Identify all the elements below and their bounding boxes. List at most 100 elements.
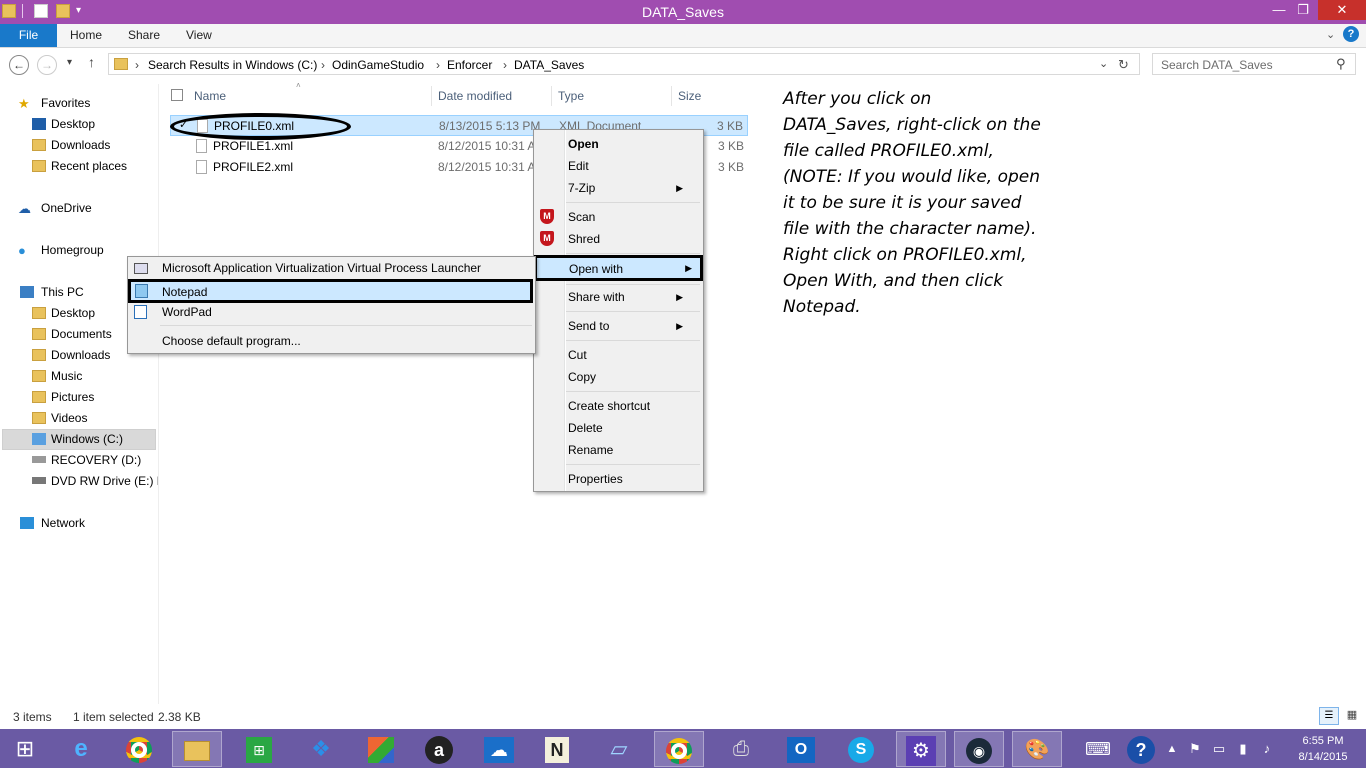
chrome-icon[interactable] — [114, 731, 164, 767]
menu-item-create-shortcut[interactable]: Create shortcut — [568, 399, 650, 413]
breadcrumb-search-results[interactable]: Search Results in Windows (C:) — [148, 58, 317, 72]
menu-item-app-v-launcher[interactable]: Microsoft Application Virtualization Vir… — [162, 261, 481, 275]
help-tray-icon[interactable]: ? — [1122, 731, 1160, 767]
column-divider[interactable] — [431, 86, 432, 106]
nav-pc-dvd-drive[interactable]: DVD RW Drive (E:) M — [20, 471, 158, 492]
refresh-icon[interactable]: ↻ — [1118, 57, 1129, 73]
menu-item-rename[interactable]: Rename — [568, 443, 613, 457]
menu-item-send-to[interactable]: Send to ▶ — [568, 319, 693, 333]
tab-share[interactable]: Share — [128, 24, 160, 47]
skype-icon[interactable]: S — [836, 731, 886, 767]
flag-icon[interactable]: ⚑ — [1184, 731, 1206, 767]
documents-folder-icon — [32, 328, 46, 340]
tray-expand-icon[interactable]: ▲ — [1162, 731, 1182, 767]
amazon-icon[interactable]: a — [414, 731, 464, 767]
column-header-size[interactable]: Size — [678, 89, 701, 103]
menu-item-share-with[interactable]: Share with ▶ — [568, 290, 693, 304]
column-divider[interactable] — [551, 86, 552, 106]
puzzle-app-icon[interactable] — [356, 731, 406, 767]
help-icon[interactable]: ? — [1343, 26, 1359, 42]
instruction-annotation: After you click on DATA_Saves, right-cli… — [783, 89, 1041, 317]
nav-fav-downloads[interactable]: Downloads — [20, 135, 158, 156]
nav-fav-recent-places[interactable]: Recent places — [20, 156, 158, 177]
nav-pc-pictures[interactable]: Pictures — [20, 387, 158, 408]
menu-item-label: Share with — [568, 290, 625, 304]
address-bar[interactable]: › Search Results in Windows (C:) › OdinG… — [108, 53, 1140, 75]
nav-pc-recovery-d[interactable]: RECOVERY (D:) — [20, 450, 158, 471]
notes-app-icon[interactable]: ▱ — [594, 731, 644, 767]
nav-pc-videos[interactable]: Videos — [20, 408, 158, 429]
file-name: PROFILE1.xml — [213, 139, 294, 153]
tab-file[interactable]: File — [0, 24, 57, 47]
recent-locations-icon[interactable]: ▾ — [67, 57, 72, 68]
breadcrumb-data-saves[interactable]: DATA_Saves — [514, 58, 584, 72]
keyboard-icon[interactable]: ⌨ — [1076, 731, 1120, 767]
menu-item-wordpad[interactable]: WordPad — [162, 305, 212, 319]
menu-item-notepad[interactable]: Notepad — [128, 279, 533, 303]
nav-network[interactable]: Network — [8, 513, 158, 534]
column-header-name[interactable]: Name — [194, 89, 226, 103]
tab-home[interactable]: Home — [70, 24, 102, 47]
ribbon-expand-icon[interactable]: ⌄ — [1326, 28, 1335, 41]
outlook-icon[interactable]: O — [776, 731, 826, 767]
back-button[interactable]: ← — [9, 55, 29, 75]
menu-item-7zip[interactable]: 7-Zip ▶ — [568, 181, 693, 195]
minimize-button[interactable]: — — [1268, 0, 1290, 20]
search-input[interactable]: Search DATA_Saves ⚲ — [1152, 53, 1356, 75]
nav-item-label: DVD RW Drive (E:) M — [51, 474, 158, 488]
column-header-date-modified[interactable]: Date modified — [438, 89, 512, 103]
menu-item-copy[interactable]: Copy — [568, 370, 596, 384]
menu-item-scan[interactable]: Scan — [568, 210, 595, 224]
submenu-arrow-icon: ▶ — [676, 321, 683, 331]
onedrive-icon[interactable]: ☁ — [474, 731, 524, 767]
search-icon[interactable]: ⚲ — [1336, 56, 1346, 72]
menu-separator — [566, 253, 700, 254]
menu-separator — [566, 340, 700, 341]
close-button[interactable]: ✕ — [1318, 0, 1366, 20]
details-view-icon[interactable]: ☰ — [1319, 707, 1339, 725]
chrome-active-icon[interactable] — [654, 731, 704, 767]
start-windows-icon[interactable]: ⊞ — [0, 731, 50, 767]
menu-item-open[interactable]: Open — [568, 137, 599, 151]
clock[interactable]: 6:55 PM 8/14/2015 — [1288, 733, 1358, 765]
taskbar: ⊞ e ⊞ ❖ a ☁ N ▱ ⎙ O S ⚙ ◉ 🎨 ⌨ ? ▲ ⚑ ▭ ▮ … — [0, 729, 1366, 768]
large-icons-view-icon[interactable]: ▦ — [1342, 707, 1362, 725]
file-explorer-icon[interactable] — [172, 731, 222, 767]
battery-icon[interactable]: ▮ — [1232, 731, 1254, 767]
up-button[interactable]: ↑ — [88, 54, 95, 70]
forward-button[interactable]: → — [37, 55, 57, 75]
settings-icon[interactable]: ⚙ — [896, 731, 946, 767]
paint-icon[interactable]: 🎨 — [1012, 731, 1062, 767]
breadcrumb-separator: › — [503, 58, 507, 72]
column-divider[interactable] — [671, 86, 672, 106]
menu-item-delete[interactable]: Delete — [568, 421, 603, 435]
network-tray-icon[interactable]: ▭ — [1208, 731, 1230, 767]
breadcrumb-odingamestudio[interactable]: OdinGameStudio — [332, 58, 424, 72]
dropbox-icon[interactable]: ❖ — [296, 731, 346, 767]
select-all-checkbox[interactable] — [171, 89, 183, 101]
menu-item-choose-default[interactable]: Choose default program... — [162, 334, 301, 348]
steam-icon[interactable]: ◉ — [954, 731, 1004, 767]
nav-onedrive[interactable]: ☁ OneDrive — [8, 198, 158, 219]
fax-icon[interactable]: ⎙ — [716, 731, 766, 767]
address-dropdown-icon[interactable]: ⌄ — [1099, 57, 1108, 70]
store-icon[interactable]: ⊞ — [234, 731, 284, 767]
nav-fav-desktop[interactable]: Desktop — [20, 114, 158, 135]
menu-item-open-with[interactable]: Open with ▶ — [534, 255, 703, 281]
breadcrumb-enforcer[interactable]: Enforcer — [447, 58, 492, 72]
nav-favorites[interactable]: ★ Favorites — [8, 93, 158, 114]
menu-item-edit[interactable]: Edit — [568, 159, 589, 173]
maximize-button[interactable]: ❐ — [1292, 0, 1314, 20]
nav-pc-music[interactable]: Music — [20, 366, 158, 387]
file-name: PROFILE2.xml — [213, 160, 294, 174]
internet-explorer-icon[interactable]: e — [56, 731, 106, 767]
menu-item-shred[interactable]: Shred — [568, 232, 600, 246]
nav-pc-windows-c[interactable]: Windows (C:) — [2, 429, 156, 450]
nvidia-app-icon[interactable]: N — [532, 731, 582, 767]
volume-icon[interactable]: ♪ — [1256, 731, 1278, 767]
menu-item-properties[interactable]: Properties — [568, 472, 623, 486]
menu-item-cut[interactable]: Cut — [568, 348, 587, 362]
column-header-type[interactable]: Type — [558, 89, 584, 103]
tab-view[interactable]: View — [186, 24, 212, 47]
open-with-submenu: Microsoft Application Virtualization Vir… — [127, 256, 536, 354]
